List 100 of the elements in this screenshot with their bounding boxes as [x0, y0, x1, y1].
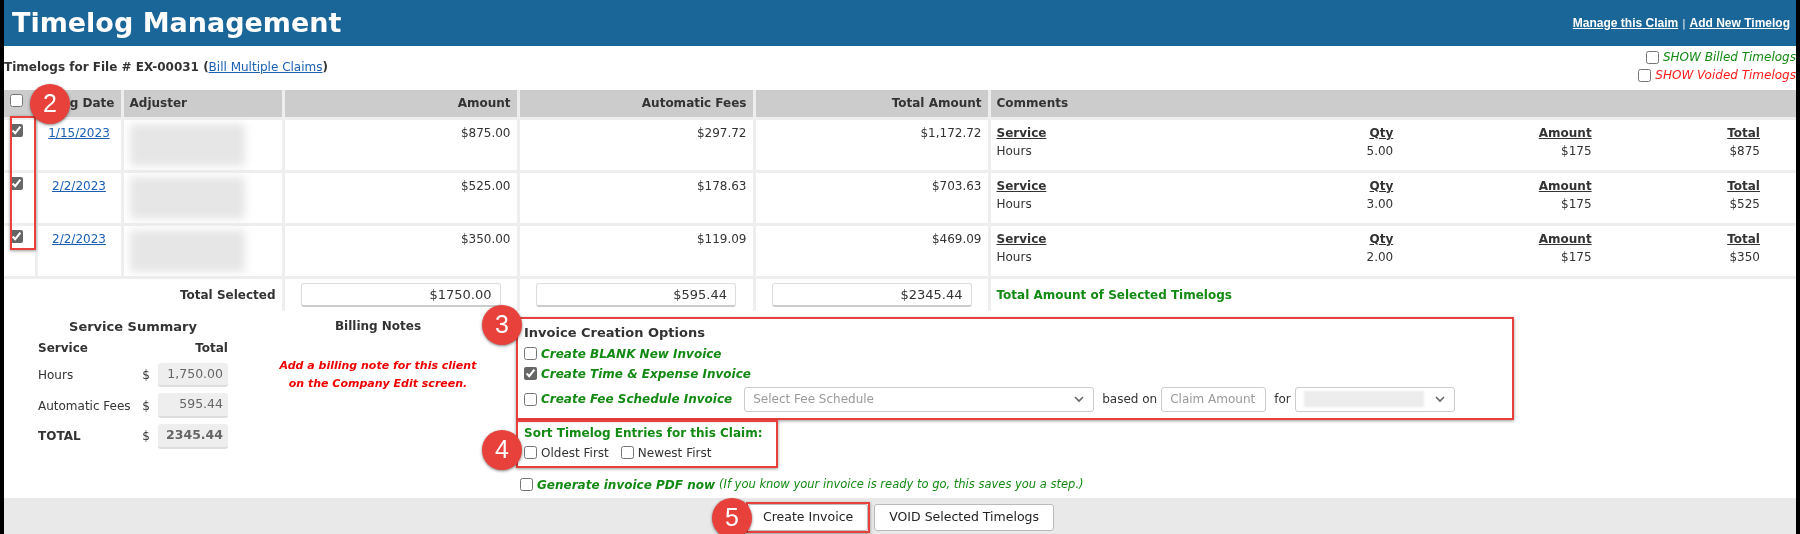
- summary-label: Automatic Fees: [38, 397, 131, 415]
- comment-header: Service: [996, 124, 1048, 142]
- comment-header: Service: [996, 177, 1048, 195]
- currency: $: [142, 397, 150, 415]
- comment-value: Hours: [996, 195, 1033, 213]
- section-title: Invoice Creation Options: [524, 324, 706, 342]
- amount-cell: $350.00: [460, 231, 511, 246]
- column-header: Amount: [457, 96, 511, 111]
- comment-value: 5.00: [1365, 142, 1394, 160]
- column-header: Automatic Fees: [641, 96, 747, 111]
- comment-value: $175: [1560, 142, 1592, 160]
- pdf-checkbox[interactable]: [520, 478, 533, 491]
- filter-checkbox[interactable]: [1638, 68, 1652, 82]
- based-on-label: based on: [1102, 391, 1158, 408]
- amount-cell: $703.63: [931, 178, 982, 193]
- separator: |: [1682, 16, 1686, 31]
- amount-cell: $875.00: [460, 125, 511, 140]
- summary-header: Total: [195, 339, 228, 357]
- date-link[interactable]: 2/2/2023: [52, 178, 106, 193]
- filter-label: SHOW Billed Timelogs: [1662, 49, 1796, 66]
- date-link[interactable]: 1/15/2023: [48, 125, 110, 140]
- callout-badge: 3: [482, 305, 522, 345]
- option-checkbox[interactable]: [524, 347, 537, 360]
- comment-header: Qty: [1368, 177, 1394, 195]
- total-label: Total Selected: [179, 287, 276, 302]
- column-header: Adjuster: [129, 96, 187, 111]
- callout-badge: 2: [30, 84, 70, 124]
- summary-field[interactable]: 1,750.00: [158, 362, 228, 388]
- currency: $: [142, 428, 150, 446]
- amount-cell: $178.63: [696, 178, 747, 193]
- comment-header: Total: [1726, 230, 1761, 248]
- pdf-label: Generate invoice PDF now: [537, 476, 715, 494]
- section-title: Billing Notes: [333, 318, 423, 335]
- comment-value: 3.00: [1365, 195, 1394, 213]
- total-note: Total Amount of Selected Timelogs: [996, 287, 1232, 302]
- sort-checkbox[interactable]: [620, 446, 634, 459]
- comment-header: Service: [996, 230, 1048, 248]
- sort-label: Newest First: [637, 444, 712, 462]
- filter-label: SHOW Voided Timelogs: [1655, 67, 1796, 84]
- sort-label: Oldest First: [541, 444, 609, 462]
- callout-badge: 4: [482, 429, 522, 470]
- action-button[interactable]: Create Invoice: [748, 504, 869, 531]
- callout-badge: 5: [712, 498, 752, 534]
- select-all-checkbox[interactable]: [10, 94, 23, 108]
- column-header: Total Amount: [891, 96, 982, 111]
- comment-header: Amount: [1537, 124, 1592, 142]
- summary-field[interactable]: 2345.44: [158, 424, 228, 449]
- filter-checkbox[interactable]: [1645, 50, 1659, 64]
- comment-header: Total: [1726, 177, 1761, 195]
- amount-cell: $469.09: [931, 231, 982, 246]
- comment-header: Amount: [1537, 177, 1592, 195]
- comment-value: $875: [1728, 142, 1761, 160]
- amount-cell: $525.00: [460, 178, 511, 193]
- row-checkbox[interactable]: [10, 176, 23, 190]
- column-header: g Date: [69, 96, 115, 111]
- amount-cell: $119.09: [696, 231, 747, 246]
- for-label: for: [1274, 391, 1291, 408]
- page-title: Timelog Management: [12, 5, 342, 40]
- comment-value: 2.00: [1365, 248, 1394, 266]
- currency: $: [142, 366, 150, 384]
- summary-label: TOTAL: [38, 428, 81, 446]
- option-label: Create Time & Expense Invoice: [541, 365, 751, 383]
- billing-note: Add a billing note for this client on the Company Edit screen.: [278, 358, 478, 392]
- file-label: Timelogs for File # EX-00031: [4, 60, 200, 74]
- comment-value: $525: [1728, 195, 1761, 213]
- total-field: $2345.44: [771, 282, 972, 307]
- comment-value: $175: [1560, 195, 1592, 213]
- sort-checkbox[interactable]: [524, 446, 537, 459]
- comment-value: Hours: [996, 248, 1033, 266]
- summary-header: Service: [38, 339, 88, 357]
- total-field: $595.44: [536, 282, 736, 307]
- paren: ): [322, 60, 328, 74]
- comment-value: $350: [1728, 248, 1761, 266]
- column-header: Comments: [996, 96, 1069, 111]
- header-link[interactable]: Add New Timelog: [1689, 14, 1790, 32]
- comment-value: $175: [1560, 248, 1592, 266]
- option-checkbox[interactable]: [524, 367, 537, 380]
- date-link[interactable]: 2/2/2023: [52, 231, 106, 246]
- option-checkbox[interactable]: [524, 392, 537, 406]
- option-label: Create Fee Schedule Invoice: [541, 391, 733, 408]
- comment-value: Hours: [996, 142, 1033, 160]
- header-link[interactable]: Manage this Claim: [1572, 14, 1679, 32]
- section-title: Service Summary: [68, 318, 198, 336]
- option-label: Create BLANK New Invoice: [541, 345, 722, 363]
- pdf-note: (If you know your invoice is ready to go, this saves you a step.): [719, 475, 1084, 493]
- paren: (: [203, 60, 209, 74]
- comment-header: Total: [1726, 124, 1761, 142]
- amount-cell: $1,172.72: [920, 125, 982, 140]
- summary-field[interactable]: 595.44: [158, 393, 228, 418]
- comment-header: Qty: [1368, 124, 1394, 142]
- comment-header: Qty: [1368, 230, 1394, 248]
- row-checkbox[interactable]: [10, 229, 23, 243]
- sort-title: Sort Timelog Entries for this Claim:: [524, 424, 764, 442]
- bill-link[interactable]: Bill Multiple Claims: [208, 60, 323, 74]
- row-checkbox[interactable]: [10, 123, 23, 137]
- action-button[interactable]: VOID Selected Timelogs: [874, 504, 1054, 531]
- amount-cell: $297.72: [696, 125, 747, 140]
- comment-header: Amount: [1537, 230, 1592, 248]
- total-field: $1750.00: [300, 282, 501, 307]
- summary-label: Hours: [38, 366, 74, 384]
